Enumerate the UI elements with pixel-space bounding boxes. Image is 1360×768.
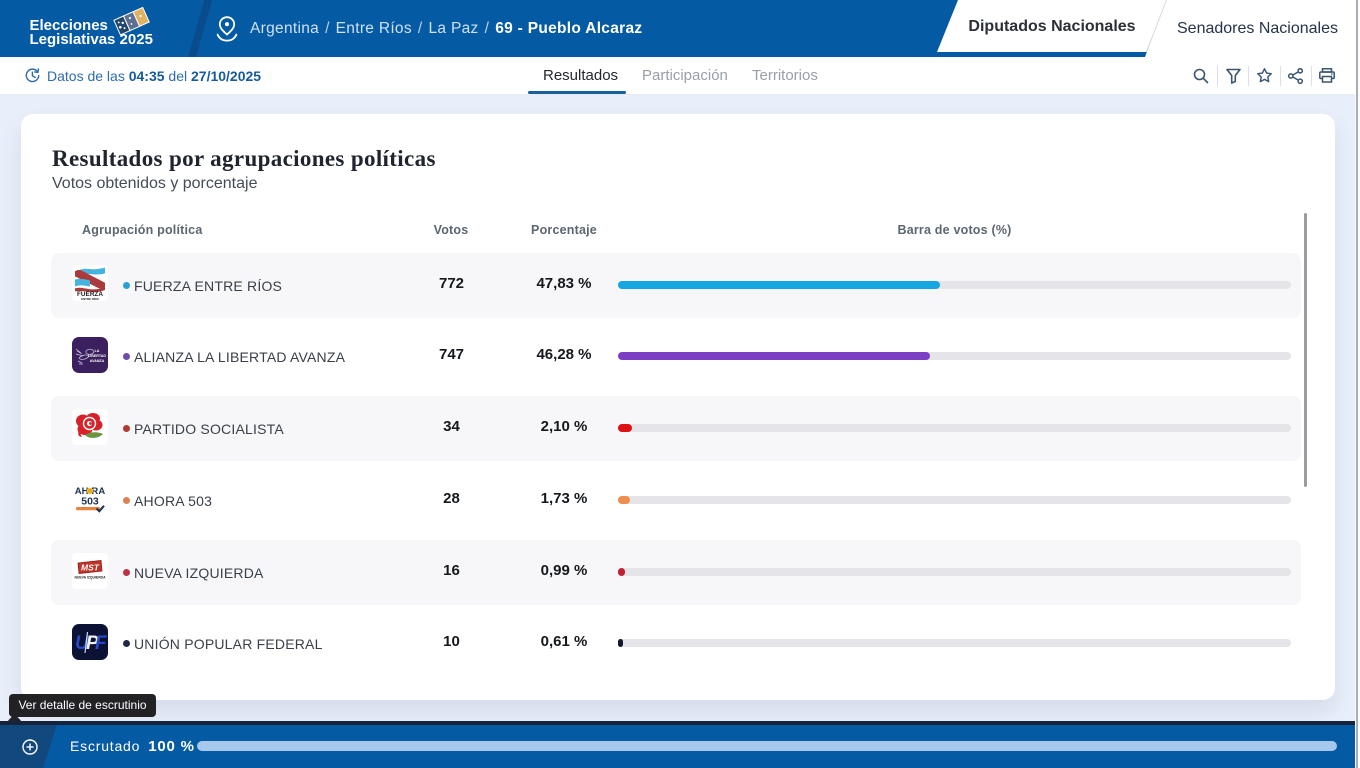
svg-text:AVANZA: AVANZA xyxy=(90,359,105,363)
svg-text:NUEVA IZQUIERDA: NUEVA IZQUIERDA xyxy=(74,576,106,580)
svg-text:F: F xyxy=(95,633,108,654)
svg-text:MST: MST xyxy=(81,563,100,573)
svg-text:LA: LA xyxy=(95,349,100,353)
svg-text:503: 503 xyxy=(81,496,99,508)
svg-text:LIBERTAD: LIBERTAD xyxy=(88,354,106,358)
svg-text:ENTRE RÍOS: ENTRE RÍOS xyxy=(81,296,99,301)
